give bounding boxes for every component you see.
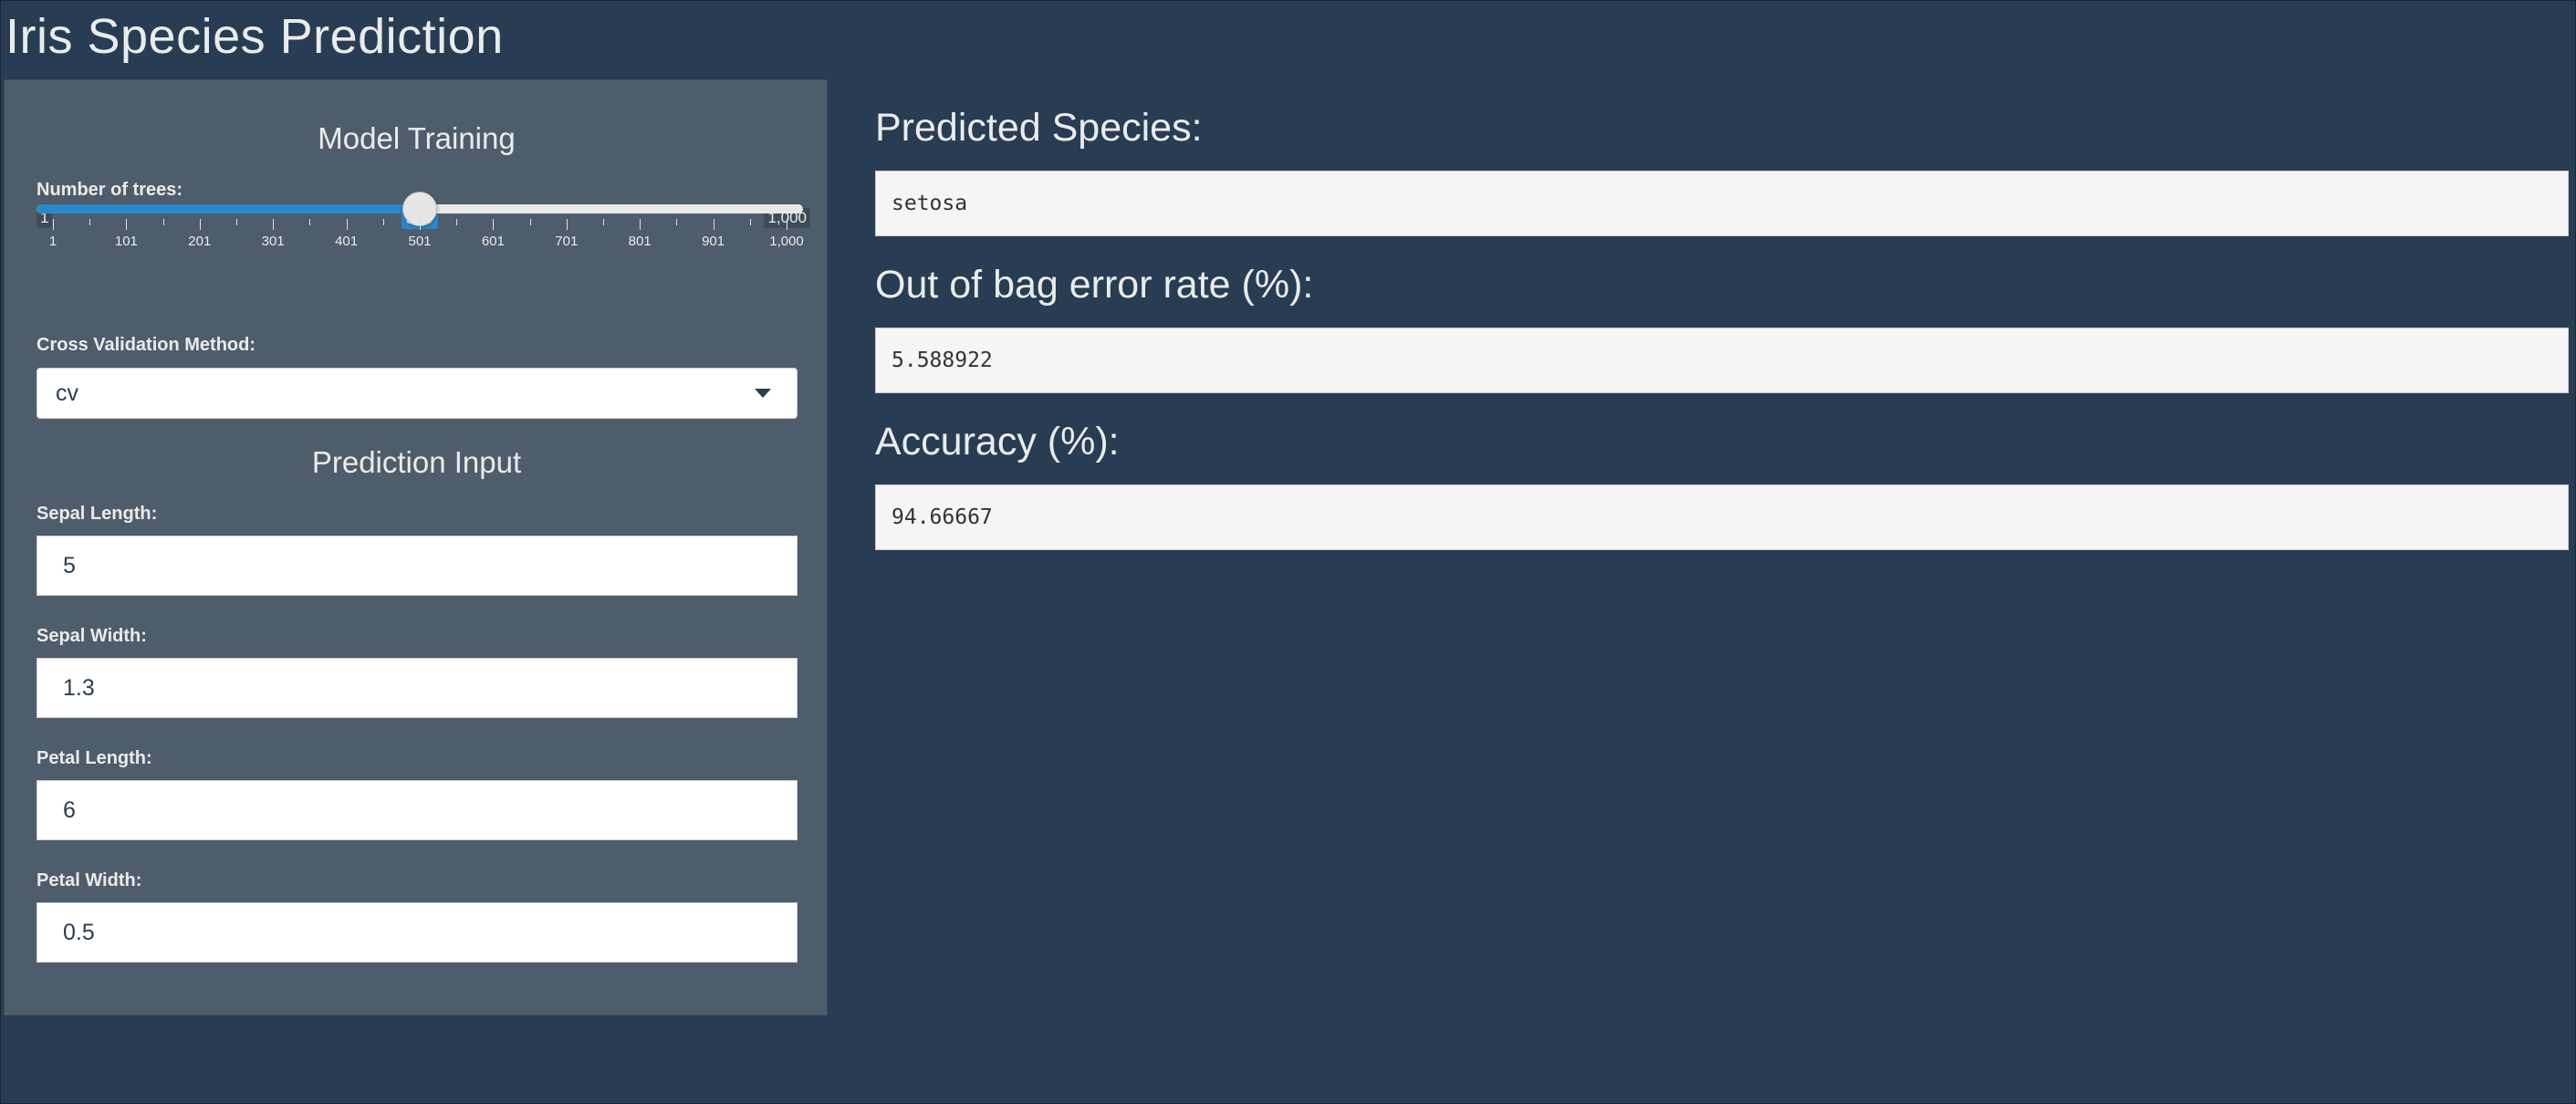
slider-tick-label: 1,000	[769, 234, 804, 249]
prediction-input-title: Prediction Input	[311, 445, 522, 479]
cv-method-label: Cross Validation Method:	[37, 335, 256, 355]
slider-tick-label: 501	[408, 234, 432, 249]
sepal-width-label: Sepal Width:	[37, 626, 147, 646]
slider-major-tick	[199, 219, 201, 230]
slider-tick-label: 601	[481, 234, 505, 249]
chevron-down-icon	[755, 389, 771, 398]
sepal-width-input[interactable]: 1.3	[37, 658, 798, 718]
slider-minor-tick	[676, 219, 678, 225]
slider-tick-label: 701	[555, 234, 579, 249]
slider-ticks: 1 101 201 301 401 501 601 701 801 901 1,000	[37, 80, 804, 263]
slider-tick-label: 1	[48, 234, 57, 249]
slider-tick-label: 301	[261, 234, 285, 249]
predicted-species-output: setosa	[875, 171, 2569, 236]
oob-error-heading: Out of bag error rate (%):	[875, 263, 1314, 307]
slider-minor-tick	[749, 219, 751, 225]
slider-major-tick	[346, 219, 348, 230]
petal-length-label: Petal Length:	[37, 748, 152, 768]
slider-major-tick	[420, 219, 421, 230]
slider-minor-tick	[309, 219, 311, 225]
cv-method-value: cv	[56, 380, 78, 406]
slider-minor-tick	[456, 219, 458, 225]
slider-major-tick	[640, 219, 641, 230]
sepal-length-label: Sepal Length:	[37, 504, 158, 524]
cv-method-select[interactable]: cv	[37, 368, 798, 419]
sepal-length-input[interactable]: 5	[37, 536, 798, 596]
slider-tick-label: 401	[335, 234, 359, 249]
petal-width-input[interactable]: 0.5	[37, 902, 798, 963]
accuracy-heading: Accuracy (%):	[875, 420, 1120, 463]
predicted-species-heading: Predicted Species:	[875, 106, 1203, 150]
slider-major-tick	[566, 219, 568, 230]
slider-minor-tick	[382, 219, 384, 225]
slider-major-tick	[493, 219, 495, 230]
sidebar-panel: Model Training Number of trees: 1 1,000 …	[4, 79, 828, 1015]
slider-minor-tick	[162, 219, 164, 225]
app-title: Iris Species Prediction	[5, 9, 504, 64]
slider-minor-tick	[89, 219, 91, 225]
slider-minor-tick	[603, 219, 604, 225]
slider-minor-tick	[529, 219, 531, 225]
slider-tick-label: 901	[702, 234, 725, 249]
trees-slider[interactable]: 1 1,000 500 1101201301401501601701801901…	[37, 192, 810, 318]
petal-width-label: Petal Width:	[37, 870, 142, 890]
slider-tick-label: 801	[628, 234, 652, 249]
slider-tick-label: 201	[188, 234, 212, 249]
slider-major-tick	[273, 219, 275, 230]
slider-major-tick	[53, 219, 54, 230]
petal-length-input[interactable]: 6	[37, 780, 798, 840]
oob-error-output: 5.588922	[875, 328, 2569, 393]
slider-minor-tick	[236, 219, 237, 225]
slider-tick-label: 101	[114, 234, 138, 249]
slider-major-tick	[126, 219, 128, 230]
accuracy-output: 94.66667	[875, 484, 2569, 550]
